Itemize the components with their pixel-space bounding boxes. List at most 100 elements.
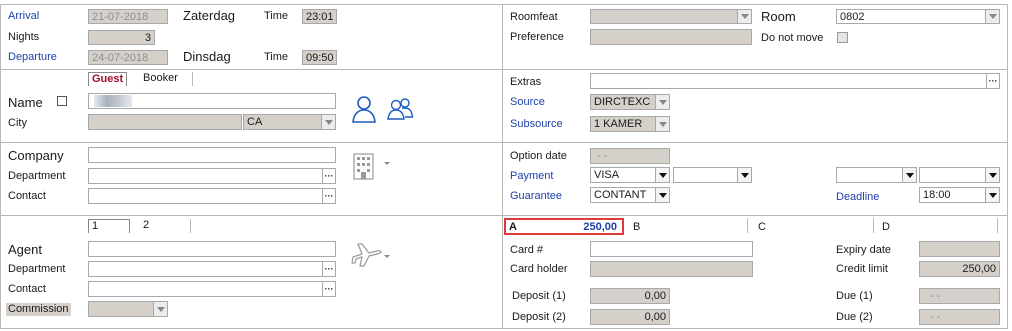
ellipsis-icon[interactable]: ··· <box>322 189 335 203</box>
payment-label: Payment <box>510 170 554 182</box>
redacted-name <box>94 95 132 107</box>
city-field[interactable] <box>88 114 242 130</box>
billing-tab-d[interactable]: D <box>882 221 890 234</box>
chevron-down-icon[interactable] <box>655 168 669 182</box>
source-select[interactable]: DIRCTEXC <box>590 94 670 110</box>
guarantee-label: Guarantee <box>510 190 562 202</box>
company-department-field[interactable]: ··· <box>88 168 336 184</box>
due-2-label: Due (2) <box>836 311 873 323</box>
due-1-label: Due (1) <box>836 290 873 302</box>
group-profile-icon[interactable] <box>386 97 414 124</box>
guarantee-value: CONTANT <box>594 189 647 201</box>
agent-department-field[interactable]: ··· <box>88 261 336 277</box>
option-date-field[interactable]: - - <box>590 148 670 164</box>
chevron-down-icon[interactable] <box>737 168 751 182</box>
expiry-date-label: Expiry date <box>836 244 892 256</box>
airplane-icon[interactable] <box>350 241 394 276</box>
arrival-time-field[interactable]: 23:01 <box>302 9 337 24</box>
preference-field[interactable] <box>590 29 752 45</box>
roomfeat-select[interactable] <box>590 9 752 24</box>
tab-guest[interactable]: Guest <box>88 72 128 86</box>
frame-right <box>1007 4 1008 329</box>
subsource-select[interactable]: 1 KAMER <box>590 116 670 132</box>
card-holder-field[interactable] <box>590 261 753 277</box>
ellipsis-icon[interactable]: ··· <box>322 169 335 183</box>
frame-top <box>0 4 1008 5</box>
chevron-down-icon[interactable] <box>153 302 167 316</box>
company-contact-field[interactable]: ··· <box>88 188 336 204</box>
credit-limit-field[interactable]: 250,00 <box>919 261 1000 277</box>
billing-tab-c[interactable]: C <box>758 221 766 234</box>
due-1-field[interactable]: - - <box>919 288 1000 304</box>
payment-extra-select-1[interactable] <box>836 167 917 183</box>
source-value: DIRCTEXC <box>594 96 651 108</box>
name-checkbox[interactable] <box>57 96 67 106</box>
billing-tab-b[interactable]: B <box>633 221 640 234</box>
commission-label: Commission <box>6 303 71 316</box>
expiry-date-field[interactable] <box>919 241 1000 257</box>
agent-field[interactable] <box>88 241 336 257</box>
departure-time-field[interactable]: 09:50 <box>302 50 337 65</box>
card-number-field[interactable] <box>590 241 753 257</box>
company-field[interactable] <box>88 147 336 163</box>
frame-bottom <box>0 328 1008 329</box>
deposit-1-label: Deposit (1) <box>512 290 566 302</box>
agent-contact-label: Contact <box>8 283 46 295</box>
arrival-label: Arrival <box>8 10 40 22</box>
chevron-down-icon[interactable] <box>655 188 669 202</box>
billing-tab-a-amount: 250,00 <box>583 221 617 233</box>
departure-time-label: Time <box>264 51 289 63</box>
chevron-down-icon[interactable] <box>321 115 335 129</box>
name-label: Name <box>8 95 43 110</box>
chevron-down-icon[interactable] <box>985 10 999 23</box>
arrival-time-label: Time <box>264 10 289 22</box>
subsource-label: Subsource <box>510 118 563 130</box>
tab-separator <box>997 218 998 233</box>
country-value: CA <box>247 116 263 128</box>
nights-label: Nights <box>8 31 40 43</box>
departure-date-field: 24-07-2018 <box>88 50 168 65</box>
preference-label: Preference <box>510 31 564 43</box>
card-holder-label: Card holder <box>510 263 568 275</box>
payment-extra-select-2[interactable] <box>919 167 1000 183</box>
tab-agent-2[interactable]: 2 <box>140 219 152 233</box>
chevron-down-icon[interactable] <box>655 95 669 109</box>
tab-separator <box>747 218 748 233</box>
chevron-down-icon[interactable] <box>655 117 669 131</box>
ellipsis-icon[interactable]: ··· <box>986 74 999 88</box>
room-value: 0802 <box>840 11 865 23</box>
commission-select[interactable] <box>88 301 168 317</box>
guest-profile-icon[interactable] <box>351 95 377 126</box>
chevron-down-icon[interactable] <box>985 168 999 182</box>
roomfeat-label: Roomfeat <box>510 11 558 23</box>
arrival-day: Zaterdag <box>183 8 236 23</box>
payment-type-select[interactable] <box>673 167 752 183</box>
deposit-1-field[interactable]: 0,00 <box>590 288 670 304</box>
ellipsis-icon[interactable]: ··· <box>322 282 335 296</box>
deposit-2-field[interactable]: 0,00 <box>590 309 670 325</box>
chevron-down-icon[interactable] <box>902 168 916 182</box>
building-icon[interactable] <box>353 153 395 184</box>
chevron-down-icon[interactable] <box>985 188 999 202</box>
tab-agent-1[interactable]: 1 <box>88 219 130 233</box>
tab-separator <box>873 218 874 233</box>
guarantee-select[interactable]: CONTANT <box>590 187 670 203</box>
deadline-value: 18:00 <box>923 189 951 201</box>
country-select[interactable]: CA <box>243 114 336 130</box>
nights-field[interactable]: 3 <box>88 30 155 45</box>
tab-separator <box>190 219 191 233</box>
do-not-move-checkbox[interactable] <box>837 32 848 43</box>
extras-field[interactable]: ··· <box>590 73 1000 89</box>
departure-day: Dinsdag <box>183 49 231 64</box>
section-divider-3 <box>0 215 1008 216</box>
deadline-select[interactable]: 18:00 <box>919 187 1000 203</box>
agent-contact-field[interactable]: ··· <box>88 281 336 297</box>
billing-tab-a[interactable]: A 250,00 <box>504 218 624 235</box>
room-select[interactable]: 0802 <box>836 9 1000 24</box>
deadline-label: Deadline <box>836 191 880 203</box>
ellipsis-icon[interactable]: ··· <box>322 262 335 276</box>
due-2-field[interactable]: - - <box>919 309 1000 325</box>
payment-select[interactable]: VISA <box>590 167 670 183</box>
chevron-down-icon[interactable] <box>737 10 751 23</box>
tab-booker[interactable]: Booker <box>140 72 181 86</box>
